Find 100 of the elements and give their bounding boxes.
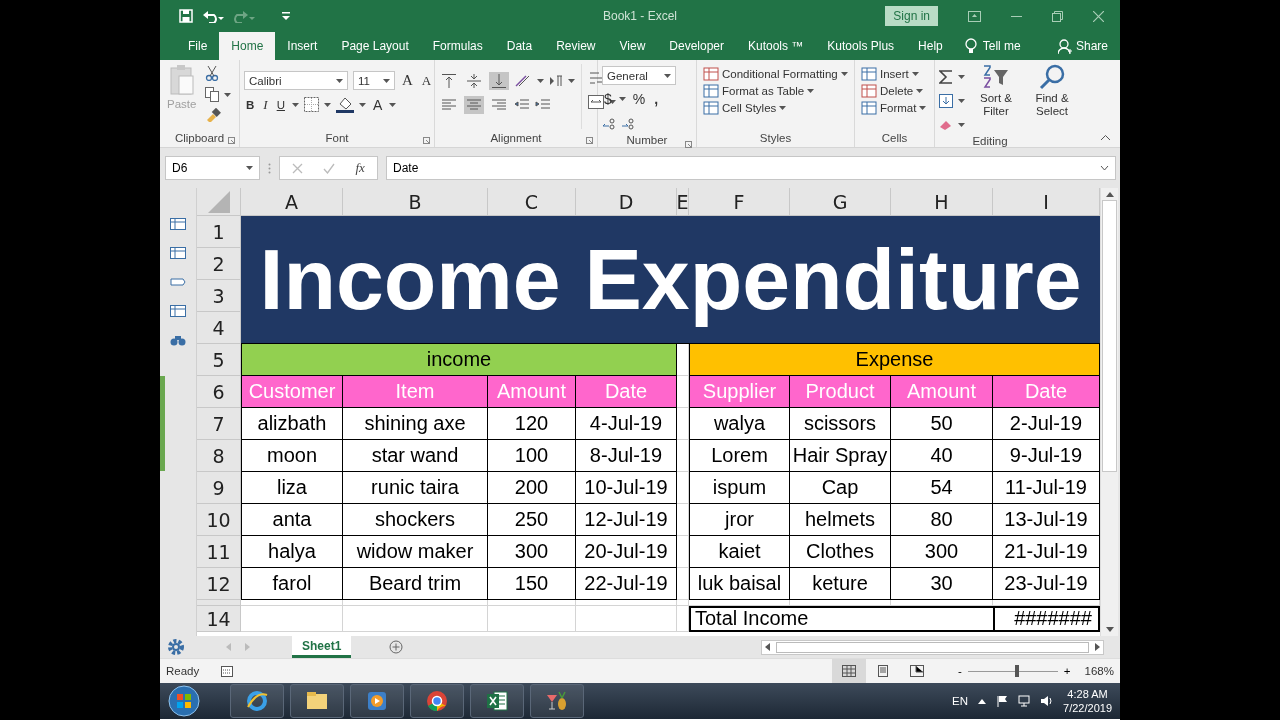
workbook-pane-icon[interactable] [170, 218, 186, 230]
clock-date[interactable]: 7/22/2019 [1063, 701, 1112, 715]
caret-icon[interactable] [958, 98, 965, 103]
flag-icon[interactable] [996, 695, 1009, 707]
row-header[interactable]: 5 [197, 344, 241, 376]
caret-icon[interactable] [911, 72, 919, 76]
bold-button[interactable]: B [244, 97, 257, 112]
caret-icon[interactable] [919, 106, 927, 110]
menu-tab[interactable]: View [607, 32, 658, 60]
navigation-pane-icon[interactable] [170, 247, 186, 259]
copy-icon[interactable] [205, 87, 220, 102]
menu-tab[interactable]: Kutools Plus [815, 32, 907, 60]
grid-pane-icon[interactable] [170, 305, 186, 317]
align-top-button[interactable] [439, 71, 459, 90]
caret-icon[interactable] [916, 89, 924, 93]
lightbulb-icon[interactable] [964, 38, 977, 54]
column-header[interactable]: F [689, 188, 790, 216]
network-icon[interactable] [1018, 695, 1031, 707]
binoculars-icon[interactable] [170, 334, 186, 346]
sign-in-button[interactable]: Sign in [885, 6, 938, 26]
column-header[interactable]: A [241, 188, 343, 216]
column-header[interactable]: E [677, 188, 689, 216]
volume-icon[interactable] [1040, 695, 1054, 707]
font-color-button[interactable]: A [370, 95, 385, 114]
spreadsheet-icon[interactable] [485, 689, 509, 713]
add-sheet-icon[interactable] [389, 640, 404, 654]
normal-view-button[interactable] [832, 659, 866, 683]
find-select-button[interactable]: Find & Select [1027, 64, 1077, 135]
row-header[interactable]: 6 [197, 376, 241, 408]
menu-tab[interactable]: Page Layout [329, 32, 421, 60]
zoom-out-button[interactable]: - [954, 665, 966, 677]
formula-input[interactable]: Date [386, 156, 1116, 180]
row-header[interactable]: 11 [197, 536, 241, 568]
column-header[interactable]: H [891, 188, 993, 216]
font-size-select[interactable]: 11 [353, 71, 395, 90]
fill-color-icon[interactable] [335, 96, 354, 113]
caret-icon[interactable] [383, 78, 390, 83]
scroll-left-icon[interactable] [765, 643, 770, 651]
caret-icon[interactable] [807, 89, 815, 93]
menu-tab[interactable]: File [176, 32, 220, 60]
zoom-slider-thumb[interactable] [1015, 664, 1020, 677]
column-header[interactable]: C [488, 188, 576, 216]
increase-indent-icon[interactable] [535, 97, 551, 112]
column-header[interactable]: G [790, 188, 891, 216]
scroll-down-icon[interactable] [1105, 627, 1114, 632]
save-icon[interactable] [179, 9, 193, 23]
menu-tab[interactable]: Formulas [420, 32, 495, 60]
grow-font-button[interactable]: A [400, 71, 415, 90]
chrome-icon[interactable] [425, 689, 449, 713]
orientation-icon[interactable] [514, 73, 532, 88]
sheet-tab[interactable]: Sheet1 [292, 636, 352, 658]
sort-filter-button[interactable]: Sort & Filter [971, 64, 1021, 135]
caret-icon[interactable] [224, 92, 232, 97]
caret-icon[interactable] [664, 73, 671, 78]
menu-tab[interactable]: Insert [275, 32, 330, 60]
ribbon-display-icon[interactable] [968, 10, 981, 22]
number-format-select[interactable]: General [602, 66, 676, 85]
eraser-icon[interactable] [939, 118, 953, 131]
caret-icon[interactable] [389, 102, 397, 107]
caret-icon[interactable] [323, 102, 331, 107]
align-center-button[interactable] [464, 95, 484, 114]
dialog-launcher-icon[interactable] [685, 141, 692, 148]
row-header[interactable]: 10 [197, 504, 241, 536]
caret-icon[interactable] [537, 78, 544, 83]
expand-icon[interactable] [1100, 165, 1109, 171]
menu-tab[interactable]: Review [544, 32, 608, 60]
row-header[interactable]: 3 [197, 280, 241, 312]
start-icon[interactable] [168, 685, 200, 717]
cells-menu-button[interactable]: Delete [859, 83, 929, 99]
cut-icon[interactable] [205, 66, 220, 81]
underline-button[interactable]: U [274, 97, 287, 112]
format-painter-icon[interactable] [205, 108, 222, 122]
customize-icon[interactable] [282, 12, 290, 20]
scroll-up-icon[interactable] [1105, 192, 1114, 197]
styles-menu-button[interactable]: Format as Table [701, 83, 850, 99]
undo-icon[interactable] [202, 9, 224, 23]
macro-record-icon[interactable] [221, 665, 234, 677]
share-button[interactable]: Share [1075, 39, 1108, 53]
dialog-launcher-icon[interactable] [423, 137, 430, 144]
caret-icon[interactable] [246, 166, 253, 170]
zoom-in-button[interactable]: + [1059, 665, 1075, 677]
restore-icon[interactable] [1052, 10, 1063, 22]
caret-icon[interactable] [336, 78, 343, 83]
insert-function-button[interactable]: fx [355, 160, 365, 176]
align-middle-button[interactable] [464, 71, 484, 90]
dialog-launcher-icon[interactable] [228, 137, 235, 144]
font-name-select[interactable]: Calibri [244, 71, 348, 90]
comma-button[interactable]: , [652, 89, 661, 108]
tell-me-field[interactable]: Tell me [982, 39, 1021, 53]
dialog-launcher-icon[interactable] [586, 137, 593, 144]
menu-tab[interactable]: Data [494, 32, 545, 60]
show-hidden-icon[interactable] [978, 698, 987, 704]
row-header[interactable]: 12 [197, 568, 241, 600]
name-box[interactable]: D6 [165, 156, 260, 180]
percent-button[interactable]: % [630, 89, 648, 108]
menu-tab[interactable]: Developer [657, 32, 736, 60]
caret-icon[interactable] [779, 106, 787, 110]
vertical-scrollbar[interactable] [1100, 188, 1118, 636]
column-header[interactable]: D [576, 188, 677, 216]
borders-icon[interactable] [303, 97, 319, 112]
